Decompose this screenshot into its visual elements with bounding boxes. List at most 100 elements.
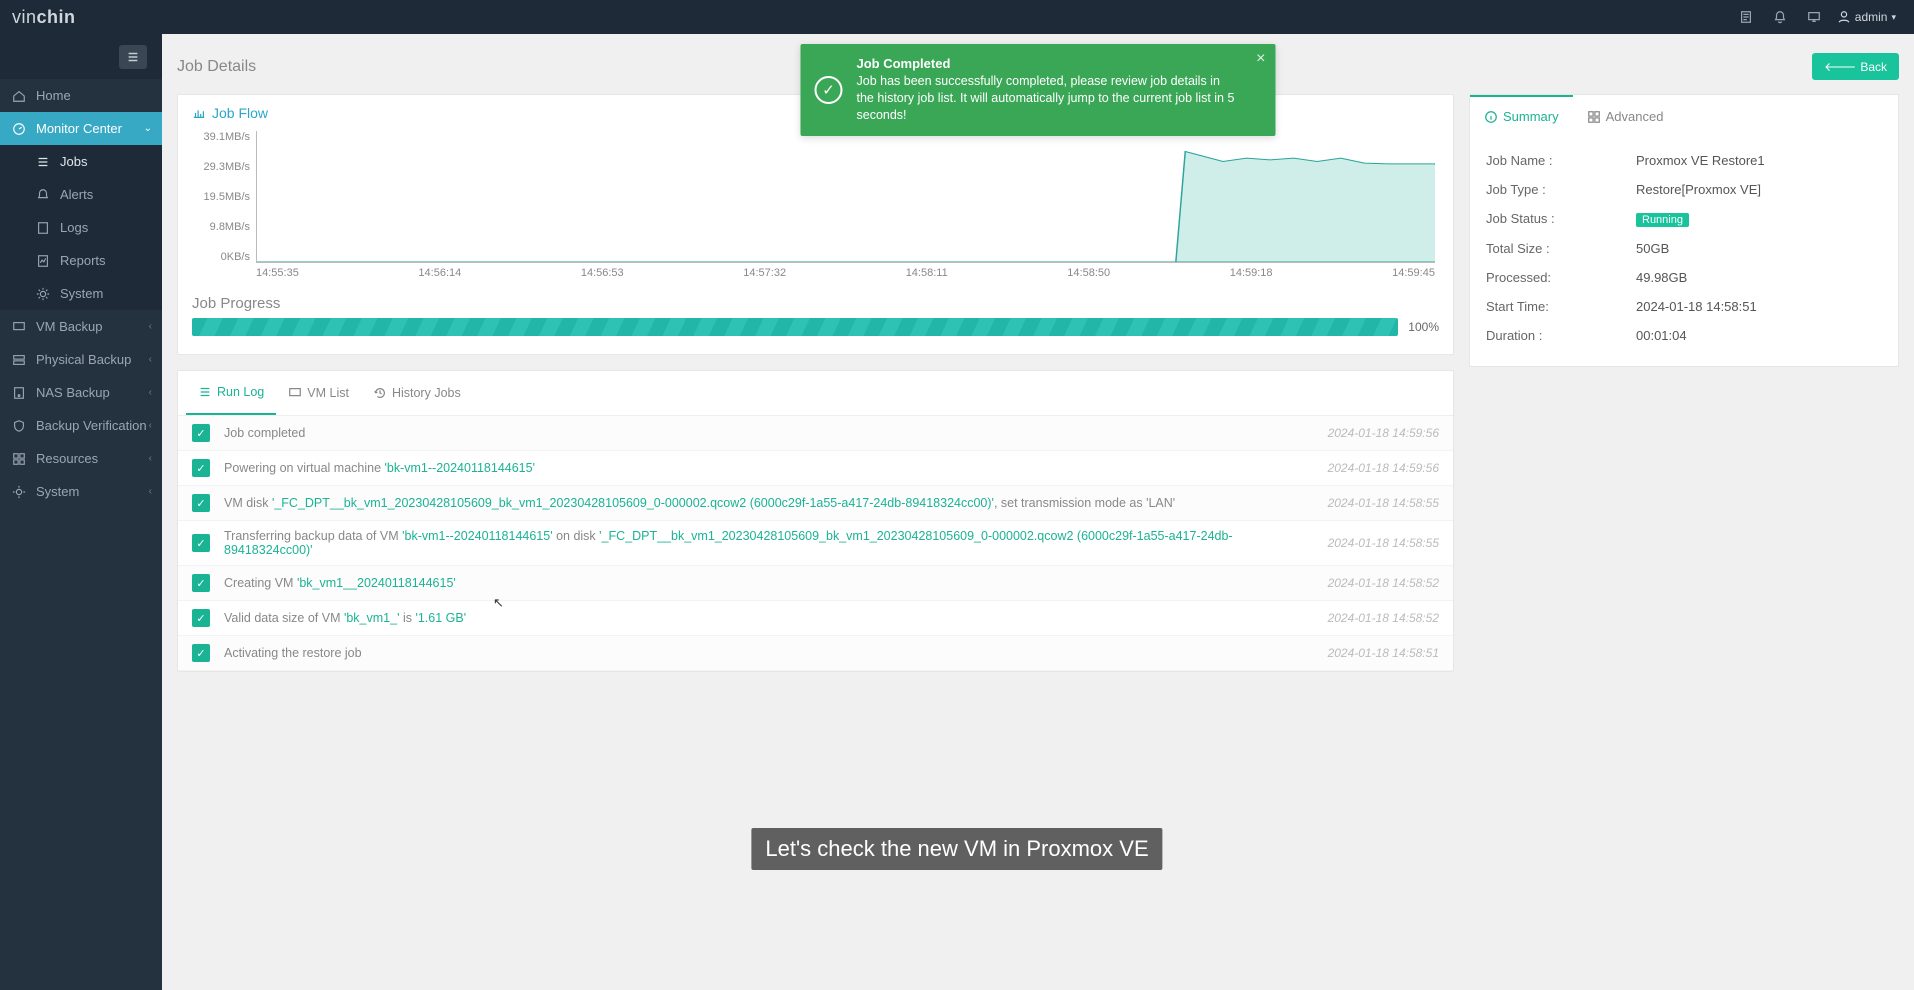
- toast-body: Job has been successfully completed, ple…: [857, 73, 1240, 124]
- y-tick: 19.5MB/s: [192, 191, 250, 203]
- check-icon: ✓: [192, 574, 210, 592]
- log-row: ✓Valid data size of VM 'bk_vm1_' is '1.6…: [178, 601, 1453, 636]
- alert-icon: [36, 188, 50, 202]
- log-time: 2024-01-18 14:58:52: [1328, 576, 1439, 590]
- log-text: VM disk '_FC_DPT__bk_vm1_20230428105609_…: [224, 496, 1318, 510]
- summary-key: Start Time:: [1486, 299, 1636, 314]
- toast-close[interactable]: ×: [1256, 50, 1265, 68]
- nav-backup-verification[interactable]: Backup Verification‹: [0, 409, 162, 442]
- summary-key: Duration :: [1486, 328, 1636, 343]
- tab-summary[interactable]: Summary: [1470, 95, 1573, 136]
- nav-home[interactable]: Home: [0, 79, 162, 112]
- x-tick: 14:55:35: [256, 267, 299, 285]
- history-icon: [373, 386, 387, 400]
- log-row: ✓ Creating VM 'bk_vm1__20240118144615' 202…: [178, 566, 1453, 601]
- menu-icon: [126, 50, 140, 64]
- bell-icon[interactable]: [1763, 0, 1797, 34]
- nav-logs[interactable]: Logs: [0, 211, 162, 244]
- back-button[interactable]: 🡐Back: [1812, 53, 1899, 80]
- job-flow-chart: 39.1MB/s29.3MB/s19.5MB/s9.8MB/s0KB/s 14:…: [192, 125, 1439, 285]
- summary-key: Job Name :: [1486, 153, 1636, 168]
- job-progress-bar: [192, 318, 1398, 336]
- topbar: vinchin admin ▾: [0, 0, 1914, 34]
- gear-icon: [12, 485, 26, 499]
- nav-alerts[interactable]: Alerts: [0, 178, 162, 211]
- grid-icon: [12, 452, 26, 466]
- chart-icon: [192, 106, 206, 120]
- vm-icon: [12, 320, 26, 334]
- user-menu[interactable]: admin ▾: [1831, 10, 1902, 24]
- y-tick: 9.8MB/s: [192, 221, 250, 233]
- log-time: 2024-01-18 14:58:51: [1328, 646, 1439, 660]
- nav-reports[interactable]: Reports: [0, 244, 162, 277]
- log-panel: Run Log VM List History Jobs ↖ ✓Job comp…: [177, 370, 1454, 672]
- chevron-left-icon: ‹: [149, 321, 152, 332]
- log-row: ✓Job completed2024-01-18 14:59:56: [178, 416, 1453, 451]
- nav-vm-backup[interactable]: VM Backup‹: [0, 310, 162, 343]
- tab-run-log[interactable]: Run Log: [186, 371, 276, 415]
- summary-key: Total Size :: [1486, 241, 1636, 256]
- list-icon: [198, 385, 212, 399]
- chevron-left-icon: ‹: [149, 420, 152, 431]
- log-time: 2024-01-18 14:59:56: [1328, 426, 1439, 440]
- summary-key: Job Status :: [1486, 211, 1636, 227]
- nav-monitor-center[interactable]: Monitor Center⌄: [0, 112, 162, 145]
- grid-icon: [1587, 110, 1601, 124]
- summary-row: Duration :00:01:04: [1486, 321, 1882, 350]
- log-text: Creating VM 'bk_vm1__20240118144615': [224, 576, 1318, 590]
- log-row: ✓Activating the restore job2024-01-18 14…: [178, 636, 1453, 671]
- tab-advanced[interactable]: Advanced: [1573, 95, 1678, 136]
- summary-panel: Summary Advanced Job Name :Proxmox VE Re…: [1469, 94, 1899, 367]
- nav-label: NAS Backup: [36, 385, 110, 400]
- summary-value: Proxmox VE Restore1: [1636, 153, 1765, 168]
- monitor-icon: [288, 386, 302, 400]
- list-icon: [36, 155, 50, 169]
- nas-icon: [12, 386, 26, 400]
- nav-nas-backup[interactable]: NAS Backup‹: [0, 376, 162, 409]
- nav-label: Logs: [60, 220, 88, 235]
- chevron-left-icon: ‹: [149, 486, 152, 497]
- user-icon: [1837, 10, 1851, 24]
- status-badge: Running: [1636, 213, 1689, 227]
- log-row: ✓Powering on virtual machine 'bk-vm1--20…: [178, 451, 1453, 486]
- log-time: 2024-01-18 14:59:56: [1328, 461, 1439, 475]
- home-icon: [12, 89, 26, 103]
- nav-label: Home: [36, 88, 71, 103]
- nav-label: System: [36, 484, 79, 499]
- nav-physical-backup[interactable]: Physical Backup‹: [0, 343, 162, 376]
- info-icon: [1484, 110, 1498, 124]
- nav-label: Resources: [36, 451, 98, 466]
- dashboard-icon: [12, 122, 26, 136]
- y-tick: 0KB/s: [192, 251, 250, 263]
- nav-system-sub[interactable]: System: [0, 277, 162, 310]
- job-progress-title: Job Progress: [192, 295, 1439, 312]
- monitor-icon[interactable]: [1797, 0, 1831, 34]
- user-name: admin: [1855, 10, 1888, 24]
- log-row: ✓Transferring backup data of VM 'bk-vm1-…: [178, 521, 1453, 566]
- clipboard-icon[interactable]: [1729, 0, 1763, 34]
- summary-row: Processed:49.98GB: [1486, 263, 1882, 292]
- sidebar-toggle[interactable]: [119, 45, 147, 69]
- summary-value: 00:01:04: [1636, 328, 1687, 343]
- x-tick: 14:58:50: [1067, 267, 1110, 285]
- check-icon: ✓: [192, 644, 210, 662]
- tab-history-jobs[interactable]: History Jobs: [361, 371, 473, 415]
- y-tick: 39.1MB/s: [192, 131, 250, 143]
- tab-vm-list[interactable]: VM List: [276, 371, 361, 415]
- summary-row: Job Type :Restore[Proxmox VE]: [1486, 175, 1882, 204]
- check-icon: ✓: [192, 534, 210, 552]
- summary-value: 49.98GB: [1636, 270, 1687, 285]
- nav-label: Alerts: [60, 187, 93, 202]
- chevron-down-icon: ▾: [1891, 12, 1896, 23]
- log-text: Job completed: [224, 426, 1318, 440]
- nav-system[interactable]: System ‹: [0, 475, 162, 508]
- logo: vinchin: [12, 7, 76, 28]
- check-icon: ✓: [192, 459, 210, 477]
- x-tick: 14:56:53: [581, 267, 624, 285]
- summary-value: Restore[Proxmox VE]: [1636, 182, 1761, 197]
- x-tick: 14:59:18: [1230, 267, 1273, 285]
- nav-resources[interactable]: Resources‹: [0, 442, 162, 475]
- nav-label: Backup Verification: [36, 418, 147, 433]
- nav-jobs[interactable]: Jobs: [0, 145, 162, 178]
- back-label: Back: [1860, 60, 1887, 74]
